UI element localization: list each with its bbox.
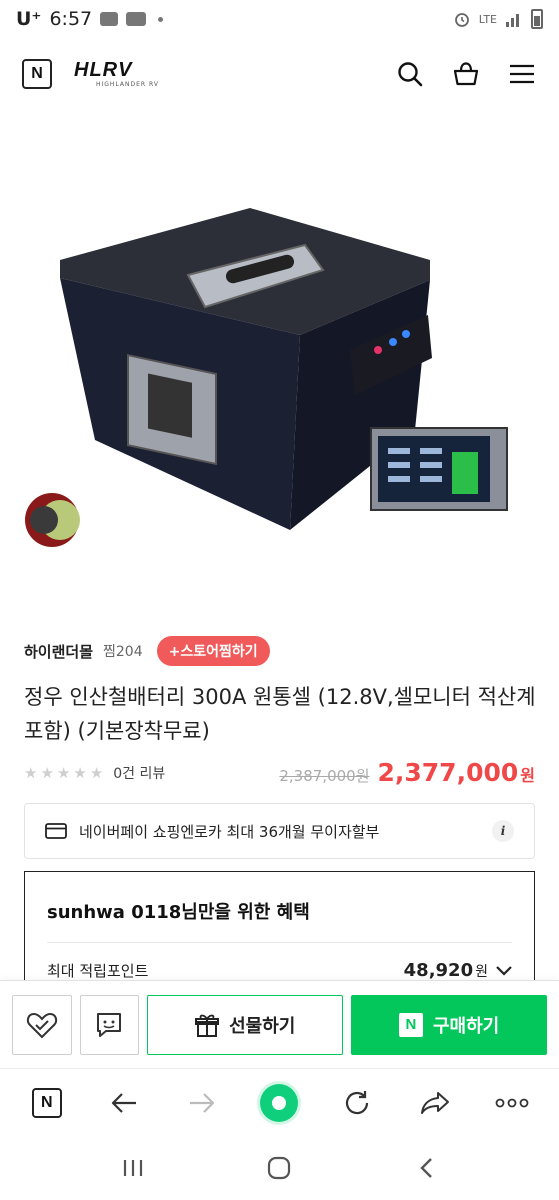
clock: 6:57 — [49, 8, 93, 30]
shopping-basket-icon — [453, 62, 479, 86]
heart-check-icon — [26, 1012, 57, 1038]
network-type: LTE — [478, 12, 497, 26]
product-image[interactable] — [0, 110, 559, 620]
app-header: N HLRV HIGHLANDER RV — [0, 38, 559, 110]
arrow-right-icon — [189, 1092, 215, 1113]
original-price: 2,387,000원 — [279, 767, 370, 785]
battery-product-illustration — [25, 208, 508, 547]
status-bar: U⁺ 6:57 LTE — [0, 0, 559, 38]
gift-button[interactable]: 선물하기 — [147, 994, 344, 1055]
more-button[interactable] — [490, 1081, 534, 1125]
menu-button[interactable] — [507, 59, 537, 89]
max-points-value: 48,920 — [403, 960, 474, 981]
home-circle-icon — [268, 1156, 291, 1180]
refresh-button[interactable] — [335, 1081, 379, 1125]
browser-home-button[interactable]: N — [25, 1081, 69, 1125]
npay-installment-banner[interactable]: 네이버페이 쇼핑엔로카 최대 36개월 무이자할부 i — [24, 803, 535, 859]
naver-home-icon: N — [31, 1087, 62, 1118]
battery-icon — [531, 9, 543, 29]
system-back-button[interactable] — [404, 1146, 448, 1190]
gift-icon — [195, 1014, 220, 1037]
share-arrow-icon — [420, 1091, 449, 1114]
price-box: 2,387,000원 2,377,000 원 — [279, 758, 535, 787]
recent-apps-button[interactable] — [111, 1146, 155, 1190]
youtube-notification-icon — [126, 12, 147, 26]
buy-button-label: 구매하기 — [432, 1015, 500, 1037]
store-name-link[interactable]: 하이랜더몰 — [24, 641, 93, 662]
green-dot-button[interactable] — [257, 1081, 301, 1125]
share-button[interactable] — [413, 1081, 457, 1125]
review-count-link[interactable]: 0건 리뷰 — [113, 763, 165, 783]
brand-subtitle: HIGHLANDER RV — [96, 81, 159, 88]
max-points-label: 최대 적립포인트 — [47, 962, 149, 980]
green-dot-icon — [260, 1083, 299, 1122]
product-title: 정우 인산철배터리 300A 원통셀 (12.8V,셀모니터 적산계 포함) (… — [24, 685, 536, 743]
forward-button[interactable] — [180, 1081, 224, 1125]
search-button[interactable] — [395, 59, 425, 89]
star-icon: ★ — [40, 763, 54, 782]
sale-price: 2,377,000 — [377, 758, 519, 787]
npay-banner-text: 네이버페이 쇼핑엔로카 최대 36개월 무이자할부 — [79, 822, 380, 841]
star-icon: ★ — [73, 763, 87, 782]
credit-card-icon — [45, 823, 67, 839]
benefit-title: sunhwa 0118님만을 위한 혜택 — [47, 902, 310, 923]
star-icon: ★ — [89, 763, 104, 782]
talktalk-button[interactable] — [79, 994, 140, 1055]
manufacturer-badge-icon — [25, 493, 80, 547]
store-brand-logo[interactable]: HLRV HIGHLANDER RV — [74, 60, 159, 88]
divider — [47, 942, 512, 943]
buy-button[interactable]: N 구매하기 — [351, 994, 547, 1055]
star-icon: ★ — [24, 763, 38, 782]
arrow-left-icon — [112, 1092, 137, 1113]
store-favorite-count: 찜204 — [103, 644, 143, 660]
cart-button[interactable] — [451, 59, 481, 89]
rating-stars: ★ ★ ★ ★ ★ — [24, 764, 103, 782]
chevron-down-icon — [496, 965, 512, 976]
brand-name: HLRV — [74, 59, 133, 81]
talk-notification-icon — [100, 12, 119, 26]
naver-n-icon: N — [398, 1012, 423, 1037]
rating-price-row: ★ ★ ★ ★ ★ 0건 리뷰 2,387,000원 2,377,000 원 — [24, 758, 535, 787]
carrier-label: U⁺ — [16, 8, 42, 30]
star-icon: ★ — [56, 763, 71, 782]
system-nav-bar — [0, 1136, 559, 1200]
more-notifications-icon — [158, 16, 164, 22]
gift-button-label: 선물하기 — [229, 1015, 296, 1037]
recent-apps-icon — [124, 1160, 143, 1176]
sale-price-unit: 원 — [520, 766, 535, 785]
home-button[interactable] — [257, 1146, 301, 1190]
alarm-icon — [454, 13, 469, 27]
info-icon[interactable]: i — [492, 820, 514, 842]
hamburger-menu-icon — [510, 64, 534, 84]
chevron-left-icon — [420, 1158, 432, 1178]
browser-toolbar: N — [0, 1068, 559, 1136]
max-points-row[interactable]: 최대 적립포인트 48,920 원 — [47, 960, 512, 981]
search-icon — [398, 62, 423, 87]
purchase-bar: 선물하기 N 구매하기 — [0, 980, 559, 1068]
wishlist-button[interactable] — [12, 994, 72, 1055]
signal-icon — [506, 14, 519, 27]
store-info-row: 하이랜더몰 찜204 +스토어찜하기 — [24, 636, 535, 666]
store-favorite-button[interactable]: +스토어찜하기 — [156, 636, 270, 666]
more-dots-icon — [495, 1098, 529, 1107]
chat-bubble-icon — [97, 1012, 122, 1037]
back-button[interactable] — [102, 1081, 146, 1125]
naver-logo-button[interactable]: N — [22, 59, 52, 89]
refresh-icon — [345, 1090, 369, 1114]
max-points-unit: 원 — [475, 963, 488, 980]
